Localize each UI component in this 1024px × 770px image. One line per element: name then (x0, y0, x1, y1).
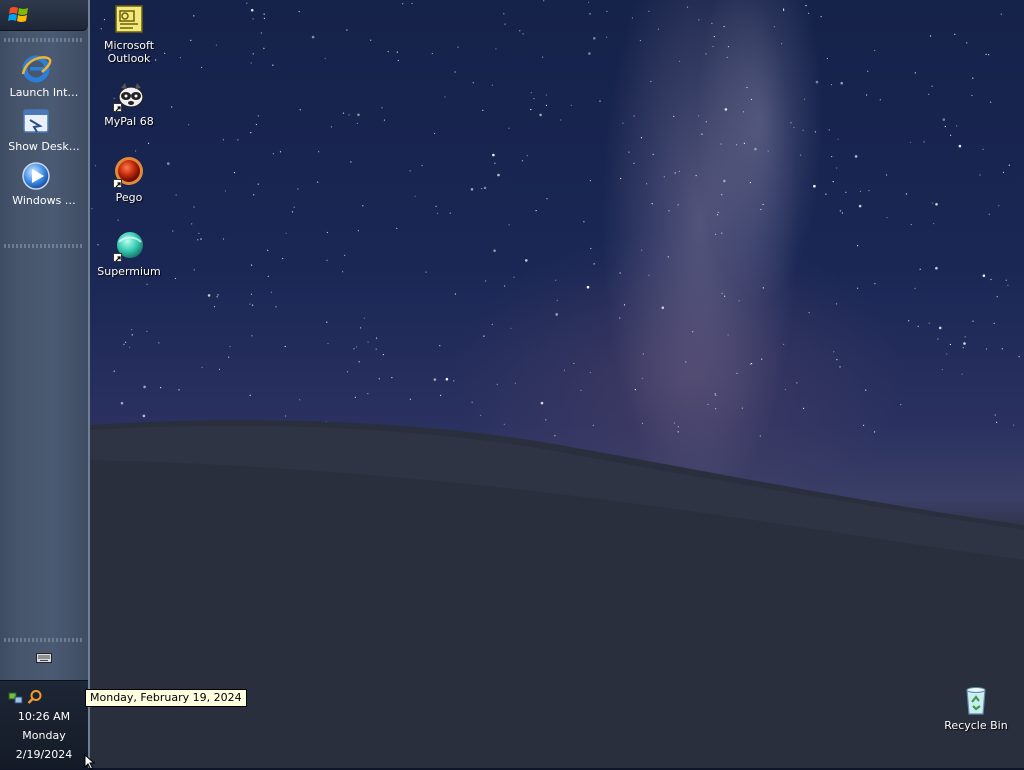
quick-launch-internet-explorer[interactable]: Launch Int… (0, 52, 88, 104)
desktop-icon-label: Recycle Bin (944, 719, 1008, 732)
quick-launch-label: Launch Int… (9, 86, 79, 99)
keyboard-icon[interactable] (36, 652, 52, 664)
start-button[interactable] (0, 0, 88, 31)
desktop-icon-label: MyPal 68 (104, 115, 154, 128)
shortcut-arrow-icon (113, 253, 122, 262)
quick-launch-label: Windows … (12, 194, 76, 207)
internet-explorer-icon (20, 52, 52, 84)
quick-launch-windows-media-player[interactable]: Windows … (0, 160, 88, 212)
desktop-icon-mypal[interactable]: MyPal 68 (89, 80, 169, 128)
shortcut-arrow-icon (113, 103, 122, 112)
quick-launch-label: Show Desk… (8, 140, 80, 153)
desktop-icon-label: Supermium (97, 265, 161, 278)
search-icon[interactable] (27, 689, 43, 705)
clock-day[interactable]: Monday (0, 729, 88, 742)
mypal-icon (113, 80, 145, 112)
outlook-icon (113, 4, 145, 36)
network-icon[interactable] (8, 689, 24, 705)
recycle-bin-icon (960, 684, 992, 716)
desktop-icon-recycle-bin[interactable]: Recycle Bin (936, 684, 1016, 732)
windows-flag-icon (8, 4, 30, 27)
quick-launch-show-desktop[interactable]: Show Desk… (0, 106, 88, 158)
clock-time[interactable]: 10:26 AM (0, 710, 88, 723)
date-tooltip: Monday, February 19, 2024 (85, 689, 247, 707)
toolbar-grip[interactable] (4, 638, 84, 642)
supermium-icon (113, 230, 145, 262)
desktop-icon-outlook[interactable]: Microsoft Outlook (89, 4, 169, 65)
desktop-icon-label: Microsoft Outlook (103, 39, 155, 65)
system-tray: 10:26 AM Monday 2/19/2024 (0, 680, 88, 769)
desktop-icon-supermium[interactable]: Supermium (89, 230, 169, 278)
clock-date[interactable]: 2/19/2024 (0, 748, 88, 761)
show-desktop-icon (20, 106, 52, 138)
taskbar: Launch Int… Show Desk… Windows … 10:26 A… (0, 0, 90, 769)
desktop-icon-label: Pego (115, 191, 143, 204)
toolbar-grip[interactable] (4, 244, 84, 248)
desktop-icon-pego[interactable]: Pego (89, 156, 169, 204)
pego-icon (113, 156, 145, 188)
toolbar-grip[interactable] (4, 38, 84, 42)
windows-media-player-icon (20, 160, 52, 192)
shortcut-arrow-icon (113, 179, 122, 188)
